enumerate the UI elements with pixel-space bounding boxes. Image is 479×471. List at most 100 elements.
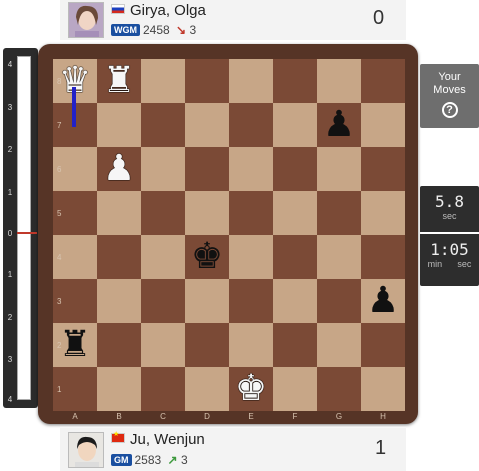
square-g5[interactable] (317, 191, 361, 235)
eval-label: 0 (7, 229, 13, 238)
square-e8[interactable] (229, 59, 273, 103)
clock-unit-sec: sec (457, 259, 472, 269)
square-g6[interactable] (317, 147, 361, 191)
square-d7[interactable] (185, 103, 229, 147)
square-g3[interactable] (317, 279, 361, 323)
clock-unit-min: min (427, 259, 443, 269)
top-player-rating: 2458 (143, 23, 170, 37)
eval-label: 1 (7, 188, 13, 197)
square-d1[interactable] (185, 367, 229, 411)
square-c7[interactable] (141, 103, 185, 147)
square-h1[interactable] (361, 367, 405, 411)
eval-label: 3 (7, 103, 13, 112)
top-player-bar: Girya, Olga WGM 2458 ↘ 3 0 (60, 0, 406, 40)
square-c1[interactable] (141, 367, 185, 411)
square-d5[interactable] (185, 191, 229, 235)
chess-board[interactable]: ♛ ♜ ♟ ♟ ♚ ♟ ♜ ♚ (53, 59, 405, 411)
arrow-up-icon: ↗ (167, 453, 178, 467)
square-b1[interactable] (97, 367, 141, 411)
square-g8[interactable] (317, 59, 361, 103)
move-arrow (72, 87, 76, 127)
square-c4[interactable] (141, 235, 185, 279)
bottom-player-name: Ju, Wenjun (111, 430, 205, 448)
square-f6[interactable] (273, 147, 317, 191)
rank-label: 2 (57, 341, 62, 350)
ru-flag-icon (111, 4, 125, 14)
square-f2[interactable] (273, 323, 317, 367)
bottom-player-info: GM 2583 ↗ 3 (111, 453, 188, 467)
arrow-down-icon: ↘ (176, 23, 187, 37)
square-b4[interactable] (97, 235, 141, 279)
top-player-info: WGM 2458 ↘ 3 (111, 23, 196, 37)
square-h6[interactable] (361, 147, 405, 191)
square-h2[interactable] (361, 323, 405, 367)
square-e5[interactable] (229, 191, 273, 235)
bottom-player-rating: 2583 (134, 453, 162, 467)
square-d2[interactable] (185, 323, 229, 367)
square-b2[interactable] (97, 323, 141, 367)
square-c8[interactable] (141, 59, 185, 103)
square-f4[interactable] (273, 235, 317, 279)
square-f1[interactable] (273, 367, 317, 411)
bottom-player-clock: 1:05 min sec (420, 234, 479, 286)
square-f8[interactable] (273, 59, 317, 103)
square-c3[interactable] (141, 279, 185, 323)
bottom-player-score: 1 (375, 437, 387, 459)
square-b7[interactable] (97, 103, 141, 147)
file-label: H (380, 412, 386, 421)
rating-change: ↘ 3 (176, 23, 197, 37)
file-label: F (292, 412, 298, 421)
square-f7[interactable] (273, 103, 317, 147)
square-c5[interactable] (141, 191, 185, 235)
square-e3[interactable] (229, 279, 273, 323)
square-d8[interactable] (185, 59, 229, 103)
file-label: E (248, 412, 254, 421)
cn-flag-icon (111, 430, 125, 443)
avatar-photo-icon (69, 3, 103, 37)
square-d3[interactable] (185, 279, 229, 323)
black-pawn-icon[interactable]: ♟ (317, 103, 361, 147)
help-icon: ? (441, 102, 458, 118)
your-moves-label: Moves (433, 84, 466, 96)
eval-label: 3 (7, 355, 13, 364)
rank-label: 3 (57, 297, 62, 306)
square-h8[interactable] (361, 59, 405, 103)
your-moves-label: Your (438, 71, 461, 83)
square-g4[interactable] (317, 235, 361, 279)
square-f3[interactable] (273, 279, 317, 323)
rank-label: 4 (57, 253, 62, 262)
square-d6[interactable] (185, 147, 229, 191)
rank-label: 1 (57, 385, 62, 394)
square-c2[interactable] (141, 323, 185, 367)
square-f5[interactable] (273, 191, 317, 235)
square-b3[interactable] (97, 279, 141, 323)
white-rook-icon[interactable]: ♜ (97, 59, 141, 103)
avatar-photo-icon (69, 433, 103, 467)
square-e7[interactable] (229, 103, 273, 147)
eval-label: 1 (7, 270, 13, 279)
file-label: D (204, 412, 210, 421)
square-b5[interactable] (97, 191, 141, 235)
black-king-icon[interactable]: ♚ (185, 235, 229, 279)
square-e6[interactable] (229, 147, 273, 191)
square-h4[interactable] (361, 235, 405, 279)
bottom-player-avatar (68, 432, 104, 468)
square-e2[interactable] (229, 323, 273, 367)
evaluation-bar: 4 3 2 1 0 1 2 3 4 (3, 48, 38, 408)
eval-zero-marker (17, 232, 37, 234)
square-h7[interactable] (361, 103, 405, 147)
square-e4[interactable] (229, 235, 273, 279)
black-pawn-icon[interactable]: ♟ (361, 279, 405, 323)
white-king-icon[interactable]: ♚ (229, 367, 273, 411)
square-g2[interactable] (317, 323, 361, 367)
square-c6[interactable] (141, 147, 185, 191)
clock-value: 5.8 (435, 192, 464, 211)
your-moves-button[interactable]: Your Moves ? (420, 64, 479, 128)
square-g1[interactable] (317, 367, 361, 411)
square-h5[interactable] (361, 191, 405, 235)
clock-value: 1:05 (430, 240, 469, 259)
file-label: B (116, 412, 122, 421)
rank-label: 7 (57, 121, 62, 130)
eval-label: 4 (7, 395, 13, 404)
white-pawn-icon[interactable]: ♟ (97, 147, 141, 191)
